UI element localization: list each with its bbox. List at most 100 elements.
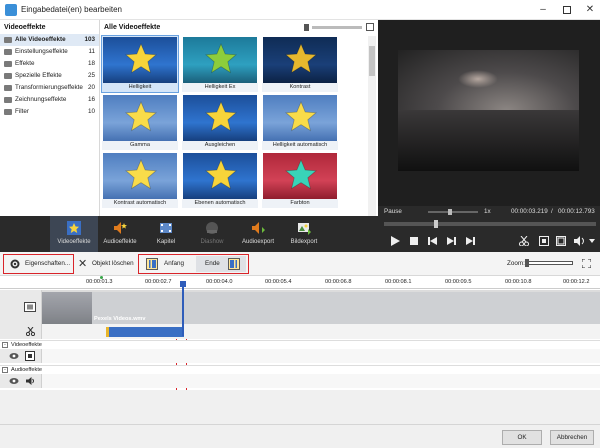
category-item-einstellungseffekte[interactable]: Einstellungseffekte 11	[0, 46, 99, 58]
thumbnail-size-slider[interactable]	[312, 26, 362, 29]
category-label: Transformierungseffekte	[15, 84, 83, 91]
highlight-start-end	[138, 254, 249, 274]
category-label: Alle Videoeffekte	[15, 36, 66, 43]
category-item-filter[interactable]: Filter 10	[0, 106, 99, 118]
dialog-button-bar: OK Abbrechen	[0, 424, 600, 448]
fullscreen-icon[interactable]	[556, 236, 566, 246]
collapse-icon[interactable]: -	[2, 367, 8, 373]
title-bar: Eingabedatei(en) bearbeiten – ✕	[0, 0, 600, 20]
folder-icon	[4, 73, 12, 79]
category-item-effekte[interactable]: Effekte 18	[0, 58, 99, 70]
zoom-handle[interactable]	[525, 259, 529, 267]
window-title: Eingabedatei(en) bearbeiten	[21, 5, 122, 14]
section-label: Videoeffekte	[11, 342, 42, 348]
skip-end-icon[interactable]	[466, 237, 475, 245]
video-track-icon	[24, 302, 36, 312]
ruler-tick-label: 00:00:08.1	[385, 279, 412, 285]
effect-tile[interactable]: Ausgleichen	[182, 94, 258, 150]
folder-icon	[4, 85, 12, 91]
effect-tile[interactable]: Helligkeit Ex	[182, 36, 258, 92]
category-item-transformierungseffekte[interactable]: Transformierungseffekte 20	[0, 82, 99, 94]
star-icon	[205, 43, 237, 74]
playhead-line[interactable]	[182, 286, 184, 336]
toolbar-label: Bildexport	[290, 239, 318, 245]
category-item-zeichnungseffekte[interactable]: Zeichnungseffekte 16	[0, 94, 99, 106]
play-icon[interactable]	[390, 236, 400, 246]
chevron-down-icon[interactable]	[589, 239, 595, 243]
star-icon	[125, 101, 157, 132]
effect-tile[interactable]: Gamma	[102, 94, 178, 150]
folder-icon	[4, 49, 12, 55]
effect-tile[interactable]: Ebenen automatisch	[182, 152, 258, 208]
tab-kapitel[interactable]: Kapitel	[142, 216, 190, 252]
speed-slider[interactable]	[428, 211, 478, 213]
stop-icon[interactable]	[410, 237, 418, 245]
previous-frame-icon[interactable]	[428, 237, 437, 245]
category-count: 18	[87, 60, 95, 67]
film-icon	[160, 223, 172, 233]
zoom-slider[interactable]	[525, 261, 573, 265]
category-count: 20	[87, 84, 95, 91]
category-item-spezielle-effekte[interactable]: Spezielle Effekte 25	[0, 70, 99, 82]
eye-icon[interactable]	[9, 352, 19, 360]
video-track[interactable]: Pexels Videos.wmv	[42, 290, 600, 324]
video-effects-track[interactable]	[42, 349, 600, 363]
section-label: Audioeffekte	[11, 367, 42, 373]
audio-effect-type-icon	[26, 377, 34, 385]
ruler-tick-label: 00:00:12.2	[563, 279, 590, 285]
effect-tile[interactable]: Helligkeit automatisch	[262, 94, 338, 150]
effect-thumbnail	[103, 95, 177, 141]
next-frame-icon[interactable]	[447, 237, 456, 245]
effect-thumbnail	[103, 153, 177, 199]
ok-button[interactable]: OK	[502, 430, 542, 445]
seek-handle[interactable]	[434, 220, 438, 228]
effect-tile[interactable]: Kontrast	[262, 36, 338, 92]
audio-effects-track-header	[0, 374, 42, 388]
cancel-button[interactable]: Abbrechen	[550, 430, 594, 445]
start-marker	[100, 276, 103, 279]
toolbar-label: Diashow	[200, 239, 224, 245]
audio-track[interactable]	[42, 324, 600, 339]
audio-track-header	[0, 324, 42, 339]
seek-bar[interactable]	[384, 222, 596, 226]
eye-icon[interactable]	[9, 377, 19, 385]
minimize-icon[interactable]: –	[536, 3, 550, 17]
cut-icon[interactable]	[519, 236, 529, 246]
star-icon	[205, 101, 237, 132]
close-icon[interactable]: ✕	[583, 3, 597, 17]
action-bar: Eigenschaften... ✕ Objekt löschen Anfang…	[0, 252, 600, 276]
video-effects-section[interactable]: - Videoeffekte	[0, 340, 600, 349]
time-separator: /	[551, 208, 553, 215]
large-thumbnails-icon[interactable]	[366, 23, 374, 31]
total-time: 00:00:12.793	[558, 208, 595, 215]
effect-tile-label: Helligkeit Ex	[182, 83, 258, 92]
slider-handle[interactable]	[304, 24, 309, 31]
tab-audioexport[interactable]: Audioexport	[234, 216, 282, 252]
effect-tile[interactable]: Helligkeit	[101, 35, 179, 93]
maximize-icon[interactable]	[560, 3, 574, 17]
audio-effects-section[interactable]: - Audioeffekte	[0, 365, 600, 374]
volume-icon[interactable]	[574, 236, 586, 246]
effect-tile[interactable]: Kontrast automatisch	[102, 152, 178, 208]
ruler-tick-label: 00:00:06.8	[325, 279, 352, 285]
timeline-ruler[interactable]: 00:00:01.3 00:00:02.7 00:00:04.0 00:00:0…	[0, 276, 600, 289]
snapshot-icon[interactable]	[539, 236, 549, 246]
grid-scrollbar[interactable]	[368, 36, 376, 216]
delete-object-button[interactable]: ✕ Objekt löschen	[78, 256, 134, 272]
audio-effects-track[interactable]	[42, 374, 600, 388]
fit-zoom-icon[interactable]	[582, 259, 591, 268]
category-label: Zeichnungseffekte	[15, 96, 67, 103]
category-item-all[interactable]: Alle Videoeffekte 103	[0, 34, 99, 46]
speed-handle[interactable]	[448, 209, 452, 215]
effect-tile-label: Farbton	[262, 199, 338, 208]
tab-audioeffekte[interactable]: Audioeffekte	[96, 216, 144, 252]
effect-tile-label: Ebenen automatisch	[182, 199, 258, 208]
folder-icon	[4, 97, 12, 103]
tab-bildexport[interactable]: Bildexport	[280, 216, 328, 252]
audio-clip[interactable]	[106, 327, 184, 337]
tab-videoeffekte[interactable]: Videoeffekte	[50, 216, 98, 252]
collapse-icon[interactable]: -	[2, 342, 8, 348]
effect-tile-label: Ausgleichen	[182, 141, 258, 150]
tab-diashow[interactable]: Diashow	[188, 216, 236, 252]
effect-tile[interactable]: Farbton	[262, 152, 338, 208]
